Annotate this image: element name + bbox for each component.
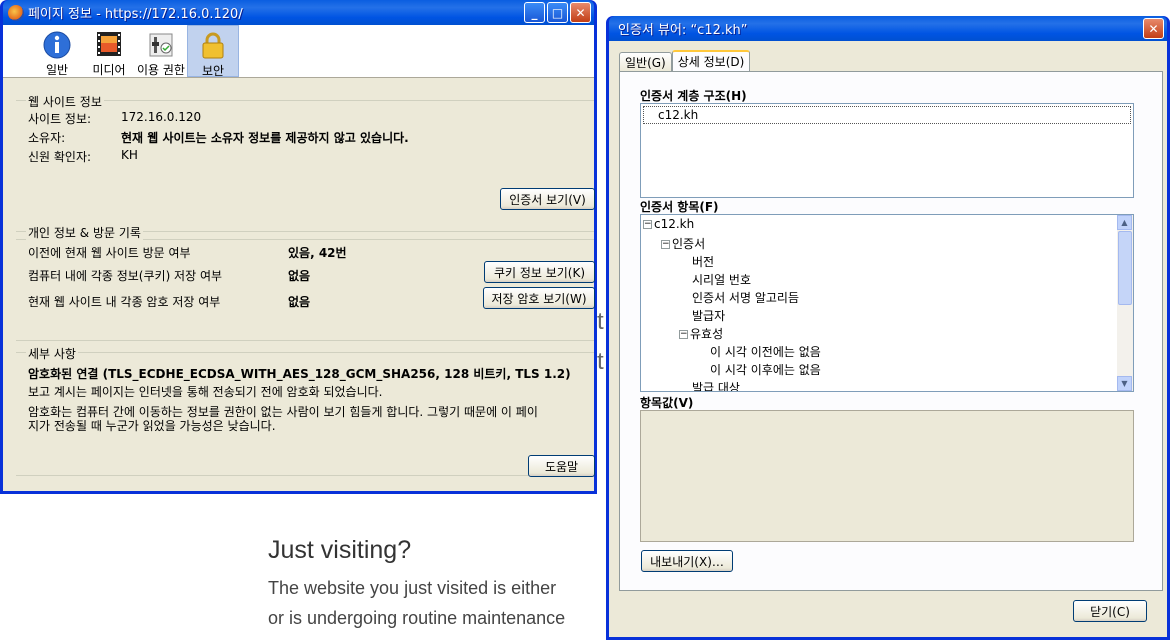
passwords-value: 없음 <box>288 295 311 309</box>
field-value-label: 항목값(V) <box>640 396 694 410</box>
site-label: 사이트 정보: <box>28 112 92 126</box>
tree-item[interactable]: 발급 대상 <box>692 379 740 391</box>
website-info-group: 웹 사이트 정보 <box>16 93 594 240</box>
visited-label: 이전에 현재 웹 사이트 방문 여부 <box>28 246 191 260</box>
view-cookies-button[interactable]: 쿠키 정보 보기(K) <box>484 261 595 283</box>
tree-item[interactable]: 이 시각 이전에는 없음 <box>710 343 821 360</box>
export-button[interactable]: 내보내기(X)… <box>641 550 733 572</box>
tab-general[interactable]: 일반 <box>31 25 83 77</box>
background-heading: Just visiting? <box>268 536 412 564</box>
field-value-box[interactable] <box>640 410 1134 542</box>
info-icon <box>42 29 72 59</box>
help-button[interactable]: 도움말 <box>528 455 595 477</box>
encryption-status: 암호화된 연결 (TLS_ECDHE_ECDSA_WITH_AES_128_GC… <box>28 367 571 381</box>
tab-label: 일반 <box>45 63 69 77</box>
certificate-viewer-titlebar[interactable]: 인증서 뷰어: “c12.kh” ✕ <box>609 16 1167 41</box>
scroll-down-arrow-icon[interactable]: ▼ <box>1117 376 1132 391</box>
tree-item[interactable]: 이 시각 이후에는 없음 <box>710 361 821 378</box>
visited-value: 있음, 42번 <box>288 246 347 260</box>
tab-label: 보안 <box>201 64 225 78</box>
details-text: 지가 전송될 때 누군가 읽었을 가능성은 낮습니다. <box>28 419 276 433</box>
certificate-viewer-window: 인증서 뷰어: “c12.kh” ✕ 일반(G) 상세 정보(D) 인증서 계층… <box>606 16 1170 640</box>
window-title: 인증서 뷰어: “c12.kh” <box>618 23 748 38</box>
verifier-value: KH <box>121 148 138 162</box>
page-info-window: 페이지 정보 - https://172.16.0.120/ _ □ ✕ 일반 … <box>0 0 597 494</box>
group-label: 개인 정보 & 방문 기록 <box>26 224 143 241</box>
tree-item[interactable]: 인증서 서명 알고리듬 <box>692 289 799 306</box>
tab-permissions[interactable]: 이용 권한 <box>135 25 187 77</box>
details-tab-panel: 인증서 계층 구조(H) c12.kh 인증서 항목(F) − c12.kh − 인… <box>619 71 1163 591</box>
group-label: 세부 사항 <box>26 345 78 362</box>
site-value: 172.16.0.120 <box>121 110 202 124</box>
hierarchy-tree[interactable]: c12.kh <box>640 103 1134 198</box>
scroll-up-arrow-icon[interactable]: ▲ <box>1117 215 1132 230</box>
scroll-thumb[interactable] <box>1118 231 1132 305</box>
background-paragraph: The website you just visited is either <box>268 578 557 598</box>
passwords-label: 현재 웹 사이트 내 각종 암호 저장 여부 <box>28 295 221 309</box>
fields-scrollbar[interactable]: ▲ ▼ <box>1117 215 1133 391</box>
verifier-label: 신원 확인자: <box>28 150 92 164</box>
minimize-button[interactable]: _ <box>524 2 545 23</box>
owner-value: 현재 웹 사이트는 소유자 정보를 제공하지 않고 있습니다. <box>121 131 409 145</box>
fields-tree[interactable]: − c12.kh − 인증서 버전 시리얼 번호 인증서 서명 알고리듬 발급자 −… <box>640 214 1134 392</box>
firefox-icon <box>8 4 24 21</box>
tab-media[interactable]: 미디어 <box>83 25 135 77</box>
tree-item[interactable]: 시리얼 번호 <box>692 271 751 288</box>
tree-item[interactable]: − 인증서 <box>661 235 705 252</box>
group-label: 웹 사이트 정보 <box>26 93 104 110</box>
permissions-icon <box>146 29 176 59</box>
tab-security[interactable]: 보안 <box>187 25 239 78</box>
tab-label: 미디어 <box>92 63 126 77</box>
cookies-label: 컴퓨터 내에 각종 정보(쿠키) 저장 여부 <box>28 269 223 283</box>
view-passwords-button[interactable]: 저장 암호 보기(W) <box>483 287 595 309</box>
fields-label: 인증서 항목(F) <box>640 200 719 214</box>
window-title: 페이지 정보 - https://172.16.0.120/ <box>28 7 243 22</box>
close-button[interactable]: ✕ <box>570 2 591 23</box>
background-fragment: t <box>597 308 604 335</box>
tree-item[interactable]: 발급자 <box>692 307 725 324</box>
hierarchy-item[interactable]: c12.kh <box>643 106 1131 124</box>
tree-item[interactable]: 버전 <box>692 253 714 270</box>
tab-details[interactable]: 상세 정보(D) <box>671 50 751 71</box>
maximize-button[interactable]: □ <box>547 2 568 23</box>
close-button[interactable]: ✕ <box>1143 18 1164 39</box>
close-dialog-button[interactable]: 닫기(C) <box>1073 600 1147 622</box>
owner-label: 소유자: <box>28 131 66 145</box>
view-certificate-button[interactable]: 인증서 보기(V) <box>500 188 595 210</box>
tree-item[interactable]: − 유효성 <box>679 325 723 342</box>
details-text: 보고 계시는 페이지는 인터넷을 통해 전송되기 전에 암호화 되었습니다. <box>28 385 383 399</box>
cookies-value: 없음 <box>288 269 311 283</box>
page-info-toolbar: 일반 미디어 이용 권한 보안 <box>3 25 594 78</box>
background-fragment: t <box>597 348 604 375</box>
tab-general[interactable]: 일반(G) <box>619 52 672 71</box>
page-info-titlebar[interactable]: 페이지 정보 - https://172.16.0.120/ _ □ ✕ <box>3 0 594 25</box>
tree-item[interactable]: − c12.kh <box>643 217 694 231</box>
film-icon <box>94 29 124 59</box>
hierarchy-label: 인증서 계층 구조(H) <box>640 89 747 103</box>
lock-icon <box>198 30 228 60</box>
tab-label: 이용 권한 <box>137 63 185 77</box>
background-paragraph: or is undergoing routine maintenance <box>268 608 566 628</box>
